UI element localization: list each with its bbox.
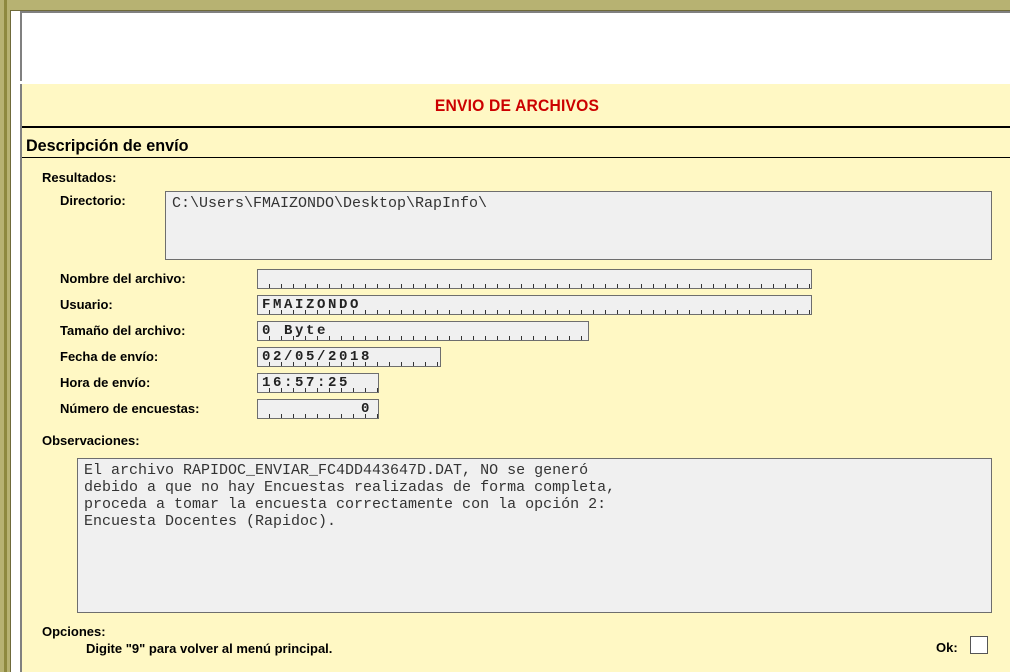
ok-input[interactable] [970,636,988,654]
time-label: Hora de envío: [60,375,151,390]
user-field[interactable]: FMAIZONDO [257,295,812,315]
ok-label: Ok: [936,640,958,655]
form-title: ENVIO DE ARCHIVOS [434,96,600,115]
observations-field[interactable]: El archivo RAPIDOC_ENVIAR_FC4DD443647D.D… [77,458,992,613]
directory-label: Directorio: [60,193,126,208]
window-frame-top [10,0,1010,11]
section-divider [22,157,1010,158]
filename-label: Nombre del archivo: [60,271,186,286]
options-hint: Digite "9" para volver al menú principal… [86,641,333,656]
directory-field[interactable]: C:\Users\FMAIZONDO\Desktop\RapInfo\ [165,191,992,260]
results-label: Resultados: [42,170,117,185]
send-files-form: ENVIO DE ARCHIVOS Descripción de envío R… [20,84,1010,672]
title-divider [22,126,1010,128]
window-frame-left [0,0,11,672]
filesize-label: Tamaño del archivo: [60,323,186,338]
date-field[interactable]: 02/05/2018 [257,347,441,367]
date-label: Fecha de envío: [60,349,159,364]
filesize-field[interactable]: 0 Byte [257,321,589,341]
top-blank-pane [20,11,1010,81]
options-label: Opciones: [42,624,106,639]
surveys-label: Número de encuestas: [60,401,200,416]
filename-field[interactable] [257,269,812,289]
user-label: Usuario: [60,297,113,312]
surveys-field[interactable]: 0 [257,399,379,419]
section-title: Descripción de envío [26,136,189,155]
time-field[interactable]: 16:57:25 [257,373,379,393]
observations-label: Observaciones: [42,433,140,448]
